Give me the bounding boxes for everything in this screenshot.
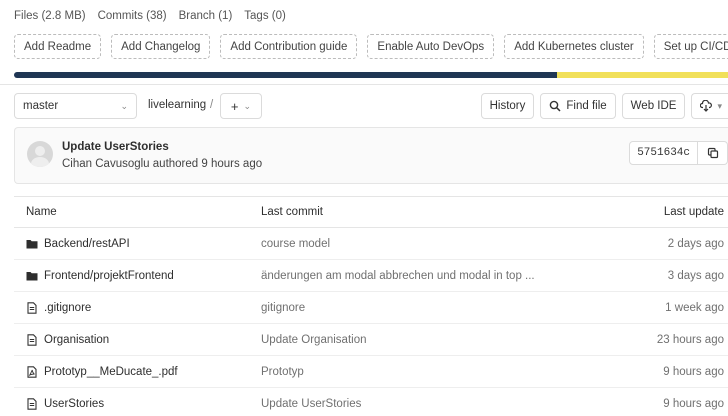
language-segment — [556, 72, 728, 78]
copy-icon — [707, 147, 718, 159]
file-name-cell[interactable]: Organisation — [26, 334, 109, 346]
file-name[interactable]: Organisation — [44, 334, 109, 346]
clone-dropdown[interactable]: ▾ — [691, 93, 728, 119]
table-body: Backend/restAPI course model 2 days ago Fro… — [14, 228, 728, 416]
last-update-cell: 1 week ago — [665, 301, 724, 314]
last-commit-cell[interactable]: Prototyp — [261, 366, 304, 378]
repo-stats: Files (2.8 MB) Commits (38) Branch (1) T… — [14, 10, 286, 22]
last-update-cell: 2 days ago — [667, 237, 724, 250]
file-name-cell[interactable]: Backend/restAPI — [26, 238, 130, 250]
commit-title[interactable]: Update UserStories — [62, 141, 169, 153]
branch-name: master — [23, 100, 59, 112]
file-icon — [27, 397, 37, 410]
file-name[interactable]: Prototyp__MeDucate_.pdf — [44, 366, 178, 378]
file-name[interactable]: UserStories — [44, 398, 104, 410]
table-row[interactable]: .gitignore gitignore 1 week ago — [14, 292, 728, 324]
add-contribution-guide-button[interactable]: Add Contribution guide — [220, 34, 358, 59]
file-table: Name Last commit Last update Backend/res… — [14, 196, 728, 416]
repo-nav: master ⌄ livelearning / + ⌄ History Find… — [14, 93, 728, 119]
last-commit-cell[interactable]: Update Organisation — [261, 334, 366, 346]
last-update-cell: 23 hours ago — [656, 333, 724, 346]
file-name-cell[interactable]: .gitignore — [26, 302, 91, 314]
last-commit-cell[interactable]: gitignore — [261, 302, 305, 314]
history-button[interactable]: History — [480, 93, 535, 119]
file-icon — [27, 333, 37, 346]
table-row[interactable]: Frontend/projektFrontend änderungen am mo… — [14, 260, 728, 292]
commits-stat[interactable]: Commits (38) — [98, 10, 167, 22]
file-name-cell[interactable]: Prototyp__MeDucate_.pdf — [26, 366, 178, 378]
find-file-button[interactable]: Find file — [540, 93, 616, 119]
file-name-cell[interactable]: UserStories — [26, 398, 104, 410]
file-name[interactable]: Frontend/projektFrontend — [44, 270, 174, 282]
setup-ci-cd-button[interactable]: Set up CI/CD — [653, 34, 728, 59]
tags-stat[interactable]: Tags (0) — [244, 10, 286, 22]
folder-icon — [26, 271, 38, 280]
header-last-update: Last update — [663, 206, 724, 218]
folder-icon — [26, 239, 38, 248]
header-last-commit: Last commit — [261, 206, 323, 218]
table-row[interactable]: Prototyp__MeDucate_.pdf Prototyp 9 hours a… — [14, 356, 728, 388]
web-ide-label: Web IDE — [630, 100, 677, 112]
table-header: Name Last commit Last update — [14, 196, 728, 228]
files-stat[interactable]: Files (2.8 MB) — [14, 10, 86, 22]
language-segment — [14, 72, 557, 78]
file-name[interactable]: .gitignore — [44, 302, 91, 314]
avatar[interactable] — [27, 141, 53, 167]
add-readme-button[interactable]: Add Readme — [14, 34, 102, 59]
file-name[interactable]: Backend/restAPI — [44, 238, 130, 250]
pdf-file-icon — [27, 365, 37, 378]
file-name-cell[interactable]: Frontend/projektFrontend — [26, 270, 174, 282]
web-ide-button[interactable]: Web IDE — [621, 93, 686, 119]
commit-sha[interactable]: 5751634c — [629, 141, 698, 165]
last-commit-panel: Update UserStories Cihan Cavusoglu autho… — [14, 127, 728, 184]
table-row[interactable]: UserStories Update UserStories 9 hours ago — [14, 388, 728, 416]
add-file-dropdown[interactable]: + ⌄ — [220, 93, 262, 119]
breadcrumb-project[interactable]: livelearning — [148, 99, 206, 111]
branch-stat[interactable]: Branch (1) — [179, 10, 233, 22]
chevron-down-icon: ⌄ — [243, 100, 252, 111]
table-row[interactable]: Backend/restAPI course model 2 days ago — [14, 228, 728, 260]
add-kubernetes-cluster-button[interactable]: Add Kubernetes cluster — [504, 34, 644, 59]
quick-actions: Add Readme Add Changelog Add Contributio… — [14, 34, 728, 59]
last-commit-cell[interactable]: course model — [261, 238, 330, 250]
last-commit-cell[interactable]: Update UserStories — [261, 398, 361, 410]
header-name: Name — [26, 206, 57, 218]
commit-meta: Cihan Cavusoglu authored 9 hours ago — [62, 158, 263, 170]
enable-auto-devops-button[interactable]: Enable Auto DevOps — [367, 34, 495, 59]
language-bar — [14, 72, 728, 78]
chevron-down-icon: ▾ — [717, 100, 722, 111]
divider — [0, 84, 728, 85]
last-commit-cell[interactable]: änderungen am modal abbrechen und modal … — [261, 270, 535, 282]
search-icon — [550, 100, 561, 112]
history-label: History — [489, 100, 526, 112]
table-row[interactable]: Organisation Update Organisation 23 hours … — [14, 324, 728, 356]
breadcrumb-separator: / — [210, 99, 214, 111]
commit-sha-group: 5751634c — [629, 141, 728, 165]
download-icon — [700, 100, 713, 112]
find-file-label: Find file — [566, 100, 607, 112]
last-update-cell: 3 days ago — [667, 269, 724, 282]
last-update-cell: 9 hours ago — [663, 365, 724, 378]
file-icon — [27, 301, 37, 314]
last-update-cell: 9 hours ago — [663, 397, 724, 410]
plus-icon: + — [230, 98, 239, 114]
copy-sha-button[interactable] — [698, 141, 728, 165]
repo-actions: History Find file Web IDE ▾ — [480, 93, 728, 119]
chevron-down-icon: ⌄ — [120, 100, 128, 111]
branch-selector[interactable]: master ⌄ — [14, 93, 137, 119]
add-changelog-button[interactable]: Add Changelog — [111, 34, 211, 59]
